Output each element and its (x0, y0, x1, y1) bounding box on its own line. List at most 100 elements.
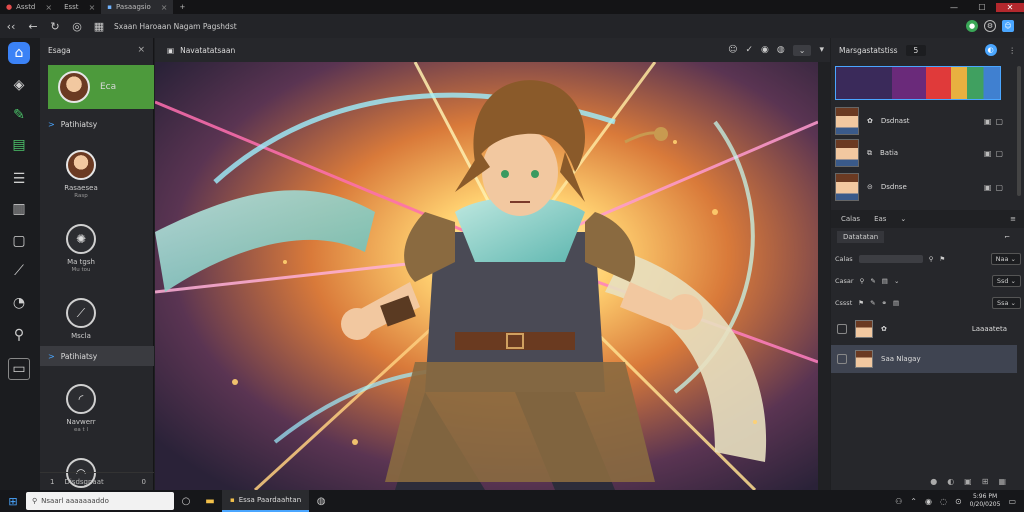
list-item[interactable]: Rasaesea Rasp (40, 150, 122, 199)
list-icon[interactable]: ☰ (8, 168, 30, 190)
variant-row[interactable]: ✿ Dsdnast ▣ ▢ (835, 106, 1003, 136)
artwork-canvas[interactable] (155, 62, 818, 490)
view-icon[interactable]: ◎ (66, 20, 88, 33)
property-select[interactable]: Ssd ⌄ (991, 275, 1021, 287)
tag-icon[interactable]: ⚑ (939, 255, 945, 263)
selected-character-card[interactable]: Eca (48, 65, 154, 109)
swatch-icon[interactable]: ▤ (882, 277, 888, 285)
start-icon[interactable]: ⊞ (0, 495, 26, 508)
tab-2[interactable]: Esst × (58, 0, 101, 14)
list-item[interactable]: ✺ Ma tgsh Mu tou (40, 224, 122, 273)
list-item[interactable]: ◜ Navwerr ea t l (40, 384, 122, 433)
lock-icon[interactable]: ▣ (984, 149, 992, 158)
grid-icon[interactable]: ▦ (88, 20, 110, 33)
view-dropdown[interactable]: ⌄ (792, 44, 812, 56)
palette-icon[interactable]: ◍ (777, 45, 785, 55)
chevron-up-icon[interactable]: ⌃ (910, 497, 917, 506)
layer-row-selected[interactable]: Saa Nlagay (831, 345, 1017, 373)
tab-close-icon[interactable]: × (161, 3, 168, 12)
tab-3[interactable]: ▪ Pasaagsio × (101, 0, 174, 14)
tab-close-icon[interactable]: × (89, 3, 96, 12)
mask-icon[interactable]: ◐ (947, 477, 954, 486)
preview-thumbnail[interactable] (835, 66, 1001, 100)
new-layer-icon[interactable]: ⊞ (982, 477, 989, 486)
group-icon[interactable]: ▣ (964, 477, 972, 486)
visibility-icon[interactable]: ▢ (995, 149, 1003, 158)
opacity-slider[interactable] (858, 255, 923, 263)
lock-icon[interactable]: ▣ (984, 183, 992, 192)
tab-calas[interactable]: Calas (841, 215, 860, 223)
visibility-icon[interactable]: ▢ (995, 117, 1003, 126)
menu-icon[interactable]: ⋮ (1009, 46, 1017, 55)
tab-eas[interactable]: Eas (874, 215, 886, 223)
layer-checkbox[interactable] (837, 354, 847, 364)
section-header[interactable]: > Patihiatsy (40, 346, 154, 366)
list-item[interactable]: ⟋ Mscla (40, 298, 122, 340)
trash-icon[interactable]: ▦ (998, 477, 1006, 486)
grid-icon[interactable]: ▤ (8, 134, 30, 156)
globe-icon[interactable]: ◐ (984, 44, 997, 56)
clock[interactable]: 5:96 PM 0/20/0205 (970, 493, 1001, 509)
canvas-scrollbar[interactable] (818, 62, 830, 490)
bucket-icon[interactable]: ⌂ (8, 42, 30, 64)
check-icon[interactable]: ✓ (746, 45, 754, 55)
settings-icon[interactable]: ⚙ (984, 20, 996, 32)
refresh-icon[interactable]: ↻ (44, 20, 66, 33)
property-select[interactable]: Ssa ⌄ (991, 297, 1021, 309)
link-icon[interactable]: ⚭ (882, 299, 887, 307)
brush-icon[interactable]: ✎ (8, 104, 30, 126)
layer-checkbox[interactable] (837, 324, 847, 334)
pin-icon[interactable]: ⚲ (929, 255, 934, 263)
smile-icon[interactable]: ☺ (728, 45, 737, 55)
book-icon[interactable]: ▥ (8, 198, 30, 220)
variant-row[interactable]: ⊝ Dsdnse ▣ ▢ (835, 172, 1003, 202)
chevron-down-icon[interactable]: ⌄ (894, 277, 899, 285)
tool-icon[interactable]: ⟋ (8, 260, 30, 282)
visibility-icon[interactable]: ▢ (995, 183, 1003, 192)
expand-icon[interactable]: ⌐ (1004, 233, 1010, 241)
swatch-icon[interactable]: ▤ (893, 299, 899, 307)
back-icon[interactable]: ‹‹ (0, 20, 22, 33)
pen-icon[interactable]: ✎ (870, 277, 875, 285)
taskbar-active-app[interactable]: ▪ Essa Paardaahtan (222, 490, 310, 512)
frame-icon[interactable]: ▢ (8, 230, 30, 252)
dial-icon[interactable]: ◔ (8, 292, 30, 314)
layers-icon[interactable]: ◈ (8, 74, 30, 96)
people-icon[interactable]: ⚇ (895, 497, 902, 506)
face-icon[interactable]: ◉ (761, 45, 769, 55)
variant-row[interactable]: ⧉ Batia ▣ ▢ (835, 138, 1003, 168)
zoom-icon[interactable]: ⚲ (8, 324, 30, 346)
layer-row[interactable]: ✿ Laaaateta (831, 315, 1017, 343)
taskbar-search[interactable]: ⚲ Nsaarl aaaaaaaddo (26, 492, 174, 510)
pen-icon[interactable]: ✎ (870, 299, 875, 307)
lock-icon[interactable]: ▣ (984, 117, 992, 126)
flag-icon[interactable]: ⚑ (858, 299, 864, 307)
tab-close-icon[interactable]: × (45, 3, 52, 12)
task-view-icon[interactable]: ○ (174, 496, 198, 507)
arrow-left-icon[interactable]: ← (22, 20, 44, 33)
chevron-down-icon[interactable]: ▾ (819, 45, 824, 55)
panel-scrollbar[interactable] (1017, 66, 1021, 196)
new-tab-button[interactable]: + (173, 0, 191, 14)
file-explorer-icon[interactable]: ▬ (198, 496, 222, 507)
terminal-icon[interactable]: ▭ (8, 358, 30, 380)
link-icon[interactable]: ⚲ (860, 277, 865, 285)
zoom-value[interactable]: 5 (905, 44, 927, 56)
close-icon[interactable]: × (137, 45, 145, 55)
maximize-button[interactable]: ☐ (968, 3, 996, 12)
network-icon[interactable]: ◉ (925, 497, 932, 506)
user-icon[interactable]: ☺ (1002, 20, 1014, 32)
close-button[interactable]: ✕ (996, 2, 1024, 12)
tab-datatatan[interactable]: Datatatan (837, 231, 885, 243)
fx-icon[interactable]: ● (930, 477, 937, 486)
notifications-icon[interactable]: ▭ (1008, 497, 1016, 506)
section-header[interactable]: > Patihiatsy (40, 114, 154, 134)
volume-icon[interactable]: ◌ (940, 497, 947, 506)
minimize-button[interactable]: — (940, 3, 968, 12)
property-select[interactable]: Naa ⌄ (990, 253, 1021, 265)
app-icon[interactable]: ◍ (309, 496, 333, 507)
menu-icon[interactable]: ≡ (1010, 215, 1016, 223)
notification-icon[interactable]: ● (966, 20, 978, 32)
chevron-down-icon[interactable]: ⌄ (900, 215, 906, 223)
battery-icon[interactable]: ⊙ (955, 497, 962, 506)
